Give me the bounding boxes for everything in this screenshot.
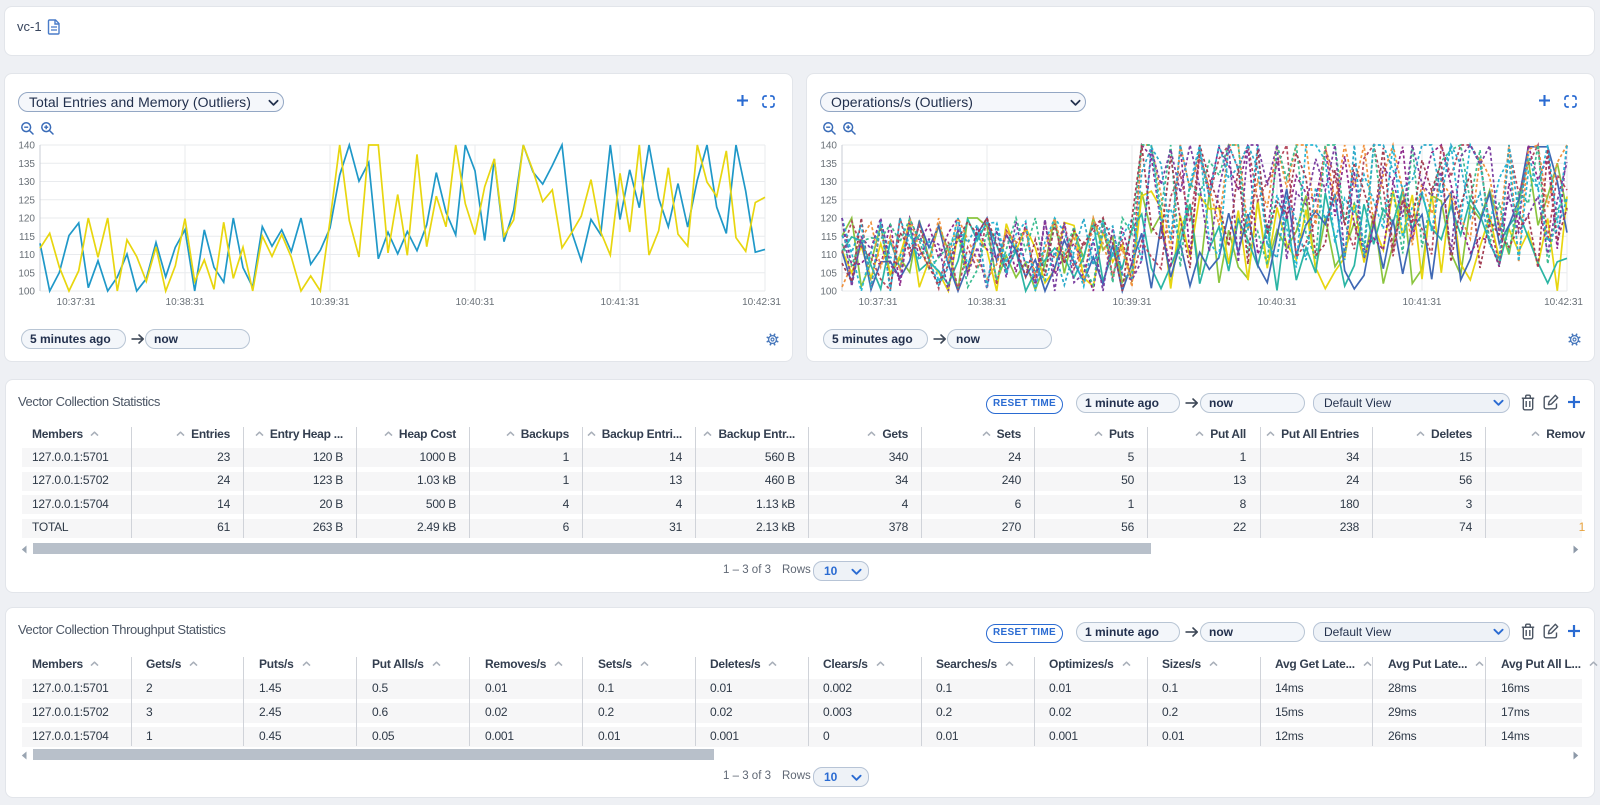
svg-text:125: 125 xyxy=(820,195,837,206)
svg-text:10:39:31: 10:39:31 xyxy=(1113,297,1152,308)
svg-text:10:37:31: 10:37:31 xyxy=(859,297,898,308)
svg-text:10:38:31: 10:38:31 xyxy=(166,297,205,308)
svg-text:135: 135 xyxy=(820,159,837,170)
svg-text:130: 130 xyxy=(18,177,35,188)
svg-text:140: 140 xyxy=(18,141,35,152)
svg-text:10:40:31: 10:40:31 xyxy=(456,297,495,308)
svg-text:140: 140 xyxy=(820,141,837,152)
svg-text:120: 120 xyxy=(820,214,837,225)
svg-text:10:41:31: 10:41:31 xyxy=(601,297,640,308)
svg-text:10:42:31: 10:42:31 xyxy=(1544,297,1583,308)
svg-text:10:41:31: 10:41:31 xyxy=(1403,297,1442,308)
svg-text:115: 115 xyxy=(821,232,837,243)
svg-text:110: 110 xyxy=(821,250,837,261)
svg-text:105: 105 xyxy=(820,268,837,279)
svg-text:100: 100 xyxy=(18,287,35,298)
svg-text:10:39:31: 10:39:31 xyxy=(311,297,350,308)
svg-text:10:42:31: 10:42:31 xyxy=(742,297,781,308)
svg-text:10:38:31: 10:38:31 xyxy=(968,297,1007,308)
svg-text:100: 100 xyxy=(820,287,837,298)
svg-text:105: 105 xyxy=(18,268,35,279)
svg-text:125: 125 xyxy=(18,195,35,206)
svg-text:10:40:31: 10:40:31 xyxy=(1258,297,1297,308)
svg-text:10:37:31: 10:37:31 xyxy=(57,297,96,308)
svg-text:115: 115 xyxy=(19,232,35,243)
svg-text:135: 135 xyxy=(18,159,35,170)
svg-text:110: 110 xyxy=(19,250,35,261)
svg-text:120: 120 xyxy=(18,214,35,225)
svg-text:130: 130 xyxy=(820,177,837,188)
